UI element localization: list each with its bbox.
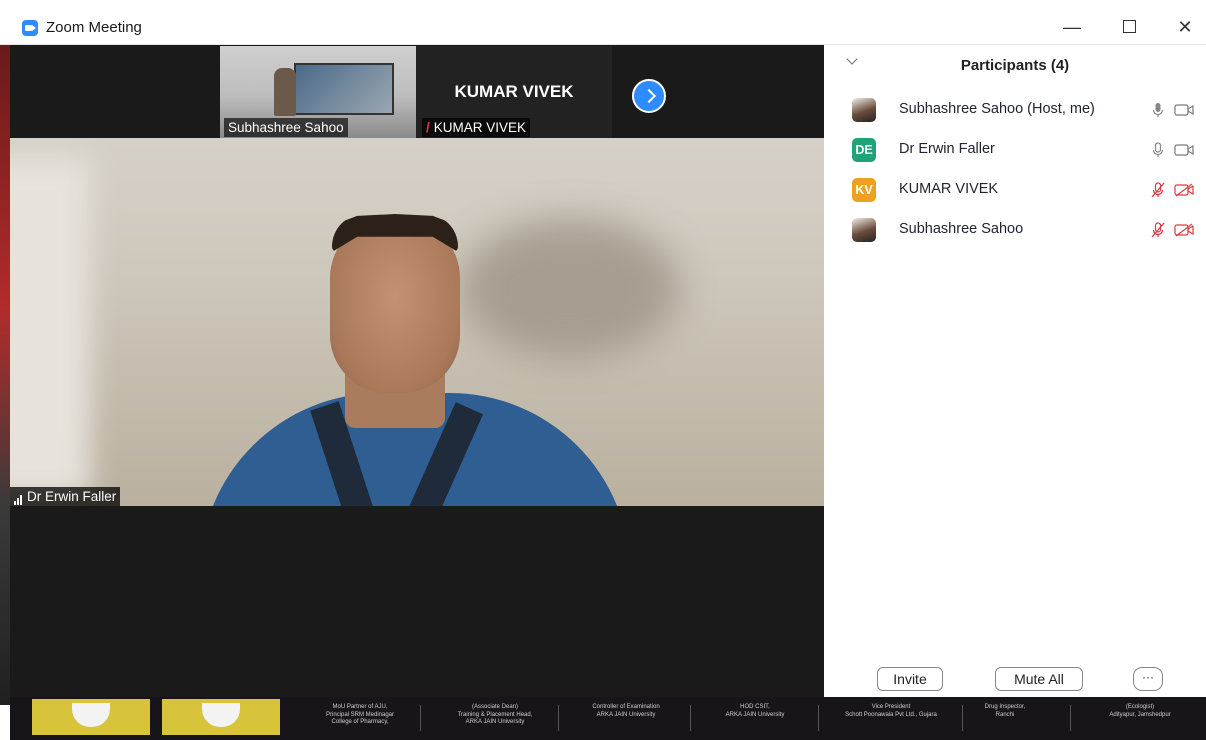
participant-name: Dr Erwin Faller [899,141,995,157]
maximize-icon [1122,20,1136,33]
banner-line: ARKA JAIN University [725,711,785,718]
logo [162,699,280,735]
background-strip [0,45,10,705]
presenter-figure [274,68,296,116]
close-button[interactable]: ✕ [1167,14,1203,40]
banner-line: ARKA JAIN University [465,719,525,725]
video-camera-icon[interactable] [1174,143,1196,157]
invite-button[interactable]: Invite [877,667,943,691]
thumbnail-name: Subhashree Sahoo [228,120,344,135]
video-off-icon[interactable] [1174,183,1196,197]
speaker-name-tag: Dr Erwin Faller [10,487,121,506]
banner-line: Controller of Examination [592,704,660,710]
divider [420,705,421,731]
banner-cell: HOD CSIT, ARKA JAIN University [700,704,810,719]
banner-line: Training & Placement Head, [457,711,533,718]
divider [690,705,691,731]
minimize-button[interactable]: — [1054,14,1090,40]
participant-name: Subhashree Sahoo (Host, me) [899,101,1095,117]
thumbnail-name-tag: Subhashree Sahoo [224,118,348,137]
banner-line: College of Pharmacy, [331,719,389,725]
avatar: DE [852,138,876,162]
banner-line: (Ecologist) [1125,704,1155,710]
shield-icon [202,703,240,727]
maximize-button[interactable] [1111,14,1147,40]
banner-line: HOD CSIT, [740,704,770,710]
video-camera-icon[interactable] [1174,103,1196,117]
video-off-icon[interactable] [1174,223,1196,237]
participant-name: KUMAR VIVEK [899,181,999,197]
thumbnail-display-name: KUMAR VIVEK [454,82,574,101]
avatar [852,98,876,122]
participants-panel: Participants (4) Subhashree Sahoo (Host,… [824,45,1206,697]
microphone-icon[interactable] [1150,142,1166,158]
banner-cell: Drug Inspector, Ranchi [965,704,1045,719]
speaker-head [330,218,460,393]
banner-cell: MoU Partner of AJU, Principal SRM Medina… [310,704,410,727]
video-area: Subhashree Sahoo KUMAR VIVEK / KUMAR VIVE… [10,45,824,705]
muted-mic-icon[interactable] [1150,222,1166,238]
next-page-arrow-icon[interactable] [632,79,666,113]
signal-strength-icon [14,488,23,505]
banner-line: Vice President [871,704,911,710]
avatar: KV [852,178,876,202]
banner-line: MoU Partner of AJU, [332,704,388,710]
banner-line: ARKA JAIN University [596,711,656,718]
participants-header: Participants (4) [824,45,1206,85]
projector-screen [294,63,394,115]
muted-mic-icon: / [426,120,430,135]
participants-title: Participants (4) [960,57,1070,74]
banner-cell: (Ecologist) Adityapur, Jamshedpur [1090,704,1190,719]
participant-row[interactable]: Subhashree Sahoo [824,213,1206,247]
participant-name: Subhashree Sahoo [899,221,1024,237]
participants-footer: Invite Mute All ··· [824,655,1206,695]
participant-row[interactable]: DE Dr Erwin Faller [824,133,1206,167]
zoom-app-icon [22,20,38,36]
divider [558,705,559,731]
microphone-icon[interactable] [1150,102,1166,118]
avatar [852,218,876,242]
banner-cell: Controller of Examination ARKA JAIN Univ… [570,704,682,719]
logo [32,699,150,735]
banner-line: Schott Poonawala Pvt Ltd., Gujara [845,711,937,718]
banner-line: Principal SRM Medinagar [325,711,395,718]
title-bar: Zoom Meeting — ✕ [0,10,1206,45]
participant-row[interactable]: KV KUMAR VIVEK [824,173,1206,207]
mute-all-button[interactable]: Mute All [995,667,1083,691]
muted-mic-icon[interactable] [1150,182,1166,198]
banner-cell: (Associate Dean) Training & Placement He… [440,704,550,727]
shield-icon [72,703,110,727]
banner-line: Adityapur, Jamshedpur [1109,711,1171,718]
active-speaker-video [10,138,824,506]
divider [1070,705,1071,731]
banner-line: Drug Inspector, [984,704,1026,710]
thumbnail-name-tag: / KUMAR VIVEK [422,118,531,137]
banner-cell: Vice President Schott Poonawala Pvt Ltd.… [826,704,956,719]
more-options-button[interactable]: ··· [1133,667,1163,691]
participant-row[interactable]: Subhashree Sahoo (Host, me) [824,93,1206,127]
thumbnail-video[interactable]: KUMAR VIVEK / KUMAR VIVEK [416,46,612,138]
background-blur [460,218,680,358]
thumbnail-name: KUMAR VIVEK [433,120,527,135]
background-light [10,158,90,498]
window-title: Zoom Meeting [46,19,142,36]
banner-line: (Associate Dean) [471,704,519,710]
speaker-name: Dr Erwin Faller [27,489,117,504]
bottom-banner: MoU Partner of AJU, Principal SRM Medina… [10,697,1206,740]
divider [818,705,819,731]
divider [962,705,963,731]
thumbnail-video[interactable]: Subhashree Sahoo [220,46,416,138]
banner-line: Ranchi [995,711,1015,718]
